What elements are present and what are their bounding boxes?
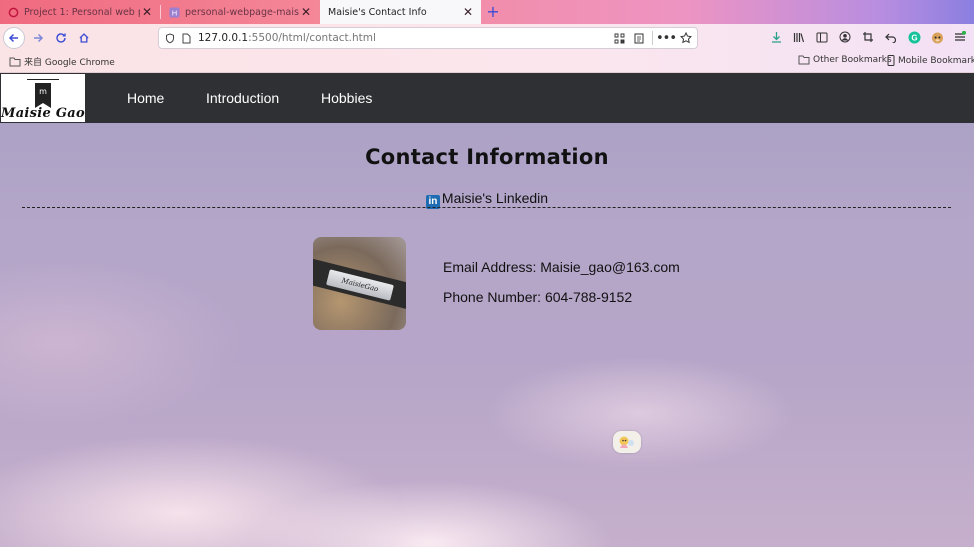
email-address: Email Address: Maisie_gao@163.com — [443, 259, 680, 275]
tab-project-1[interactable]: Project 1: Personal web page ✕ — [0, 0, 160, 24]
tab-label: personal-webpage-maisie | He — [185, 6, 299, 18]
mobile-icon — [887, 55, 895, 66]
bookmarks-bar: 来自 Google Chrome Other Bookmarks Mobile … — [0, 52, 974, 73]
heroku-icon: H — [169, 6, 180, 18]
folder-icon — [798, 55, 810, 65]
bookmark-label: Mobile Bookmarks — [898, 55, 974, 66]
qr-code-icon[interactable] — [612, 30, 626, 46]
bookmark-label: Other Bookmarks — [813, 55, 892, 65]
bookmark-label: 来自 Google Chrome — [24, 58, 115, 68]
tab-contact-info[interactable]: Maisie's Contact Info ✕ — [320, 0, 481, 24]
tab-label: Maisie's Contact Info — [328, 6, 427, 18]
web-page: m Maisie Gao Home Introduction Hobbies C… — [0, 73, 974, 547]
reload-button[interactable] — [50, 27, 72, 49]
close-icon[interactable]: ✕ — [461, 5, 475, 19]
account-icon[interactable] — [837, 29, 853, 45]
url-path: :5500/html/contact.html — [248, 32, 376, 44]
undo-icon[interactable] — [883, 29, 899, 45]
url-host: 127.0.0.1 — [198, 32, 249, 44]
new-tab-button[interactable]: + — [485, 2, 501, 22]
reader-view-icon[interactable] — [632, 30, 646, 46]
extension-monkey-icon[interactable] — [929, 29, 945, 45]
logo-text: Maisie Gao — [1, 106, 86, 121]
close-icon[interactable]: ✕ — [299, 5, 313, 19]
shield-icon[interactable] — [162, 30, 178, 46]
floating-sticker-icon[interactable] — [613, 431, 641, 453]
logo-banner: m — [35, 83, 51, 108]
tab-label: Project 1: Personal web page — [24, 6, 140, 18]
browser-toolbar: 127.0.0.1:5500/html/contact.html ••• G — [0, 24, 974, 52]
arrow-right-icon — [34, 33, 44, 43]
forward-button[interactable] — [27, 27, 49, 49]
home-button[interactable] — [73, 27, 95, 49]
home-icon — [79, 33, 89, 43]
download-icon[interactable] — [768, 29, 784, 45]
linkedin-label: Maisie's Linkedin — [441, 190, 549, 206]
page-title: Contact Information — [365, 145, 609, 169]
address-bar[interactable]: 127.0.0.1:5500/html/contact.html ••• — [158, 27, 698, 49]
page-icon — [178, 30, 194, 46]
more-actions-icon[interactable]: ••• — [656, 30, 677, 46]
svg-text:H: H — [172, 8, 177, 17]
nav-introduction[interactable]: Introduction — [206, 90, 279, 106]
bookmark-star-icon[interactable] — [679, 30, 693, 46]
grammarly-icon[interactable]: G — [906, 29, 922, 45]
bookmark-folder-other[interactable]: Other Bookmarks — [798, 55, 892, 65]
url-text[interactable]: 127.0.0.1:5500/html/contact.html — [198, 32, 376, 44]
folder-icon — [9, 57, 21, 66]
screenshot-icon[interactable] — [860, 29, 876, 45]
record-icon — [8, 7, 19, 17]
nav-home[interactable]: Home — [127, 90, 164, 106]
site-logo[interactable]: m Maisie Gao — [1, 74, 85, 122]
tab-bar: Project 1: Personal web page ✕ H persona… — [0, 0, 974, 24]
reload-icon — [56, 33, 66, 43]
nav-hobbies[interactable]: Hobbies — [321, 90, 372, 106]
sidebar-icon[interactable] — [814, 29, 830, 45]
arrow-left-icon — [8, 33, 18, 43]
logo-mark: m — [39, 87, 47, 96]
library-icon[interactable] — [791, 29, 807, 45]
back-button[interactable] — [3, 27, 25, 49]
bookmark-folder-mobile[interactable]: Mobile Bookmarks — [887, 55, 974, 66]
menu-icon[interactable] — [952, 29, 968, 45]
divider — [22, 207, 951, 208]
phone-number: Phone Number: 604-788-9152 — [443, 289, 633, 305]
bracelet-photo: MaisieGao — [313, 237, 406, 330]
tab-personal-webpage[interactable]: H personal-webpage-maisie | He ✕ — [161, 0, 319, 24]
svg-text:G: G — [911, 33, 917, 42]
bookmark-folder-google-chrome[interactable]: 来自 Google Chrome — [9, 55, 115, 68]
close-icon[interactable]: ✕ — [140, 5, 154, 19]
site-header: m Maisie Gao Home Introduction Hobbies — [0, 73, 974, 123]
